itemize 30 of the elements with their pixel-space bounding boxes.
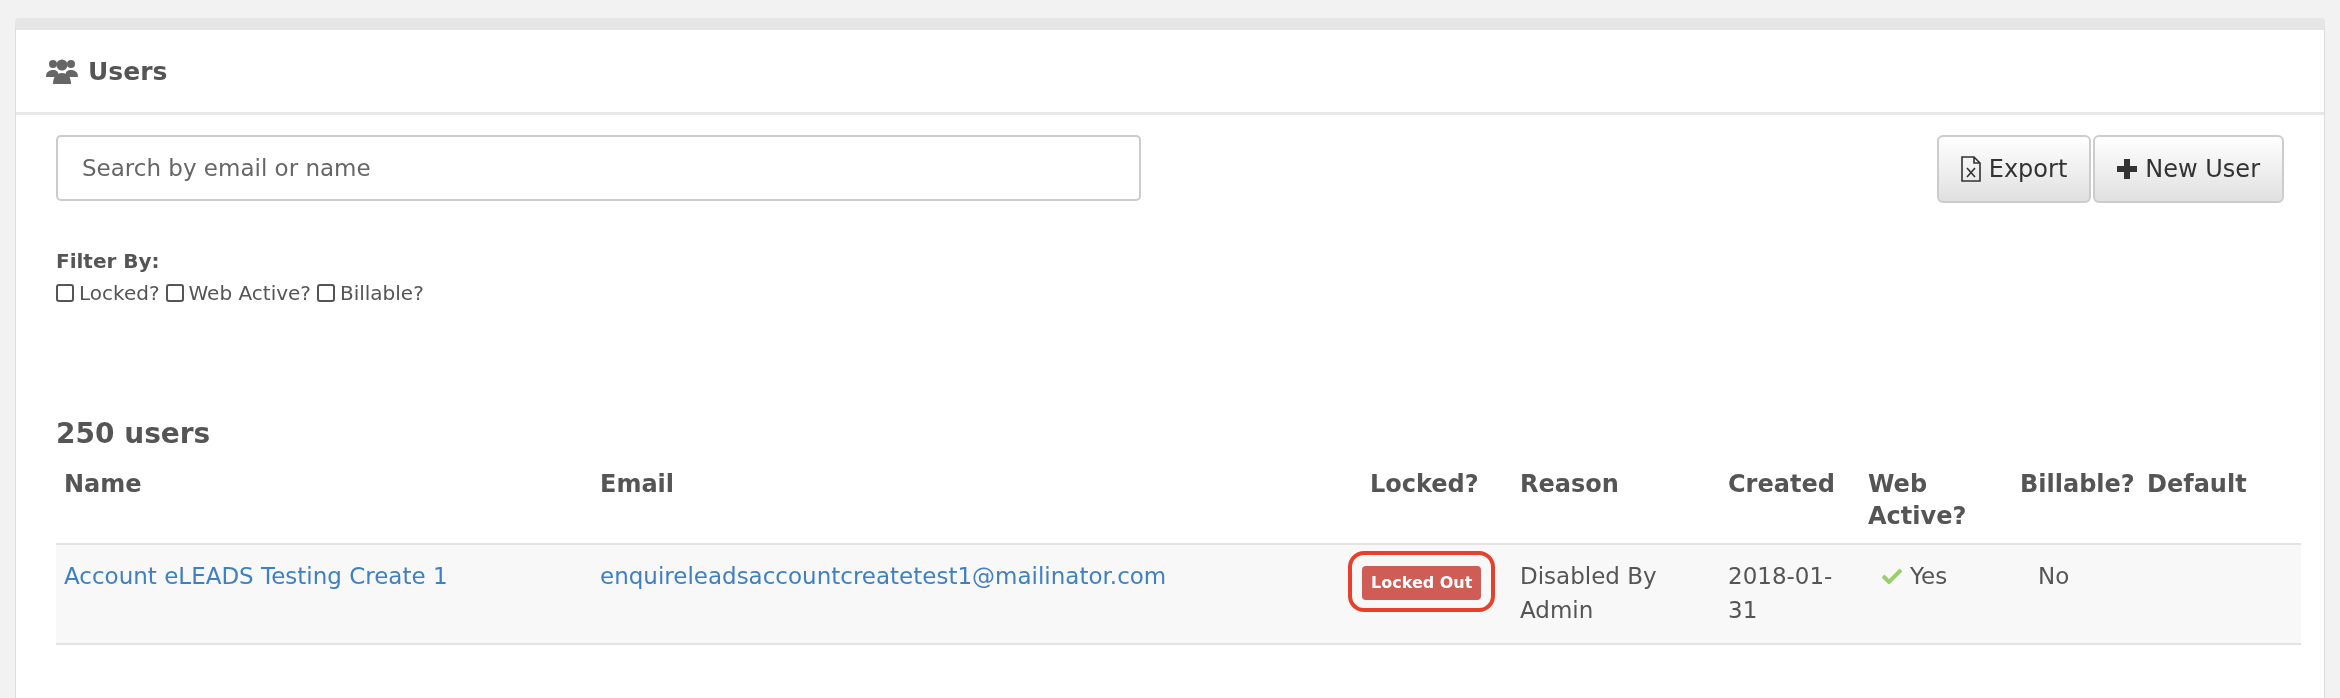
user-count: 250 users [56, 417, 212, 450]
reason-text: Disabled By Admin [1520, 562, 1657, 624]
web-active-text: Yes [1910, 561, 1948, 591]
billable-text: No [2037, 562, 2070, 589]
filter-checkbox[interactable] [56, 284, 74, 302]
filter-option-label: Web Active? [188, 281, 311, 305]
created-date: 2018-01-31 [1728, 562, 1833, 624]
new-user-button[interactable]: New User [2093, 135, 2284, 203]
export-button[interactable]: Export [1936, 135, 2092, 203]
users-icon [46, 58, 78, 84]
search-field[interactable]: Search by email or name [56, 135, 1141, 201]
filter-option-label: Billable? [339, 281, 424, 305]
user-email-link[interactable]: enquireleadsaccountcreatetest1@mailinator.com [600, 562, 1167, 589]
filter-checkbox[interactable] [165, 284, 184, 302]
column-header: Reason [1512, 468, 1720, 544]
column-header: Web Active? [1860, 468, 2012, 544]
column-header: Name [56, 468, 592, 544]
filter-label: Filter By: [56, 249, 161, 273]
user-name-link[interactable]: Account eLEADS Testing Create 1 [64, 562, 448, 589]
filter-checkbox[interactable] [316, 284, 335, 302]
excel-file-icon [1960, 156, 1981, 182]
filter-option-label: Locked? [79, 281, 160, 305]
column-header: Billable? [2012, 468, 2139, 544]
column-header: Email [592, 468, 1362, 544]
column-header: Created [1720, 468, 1860, 544]
plus-icon [2117, 159, 2138, 179]
column-header: Default [2139, 468, 2301, 544]
column-header: Locked? [1362, 468, 1512, 544]
locked-out-label: Locked Out [1362, 565, 1482, 600]
panel-title: Users [88, 56, 168, 86]
